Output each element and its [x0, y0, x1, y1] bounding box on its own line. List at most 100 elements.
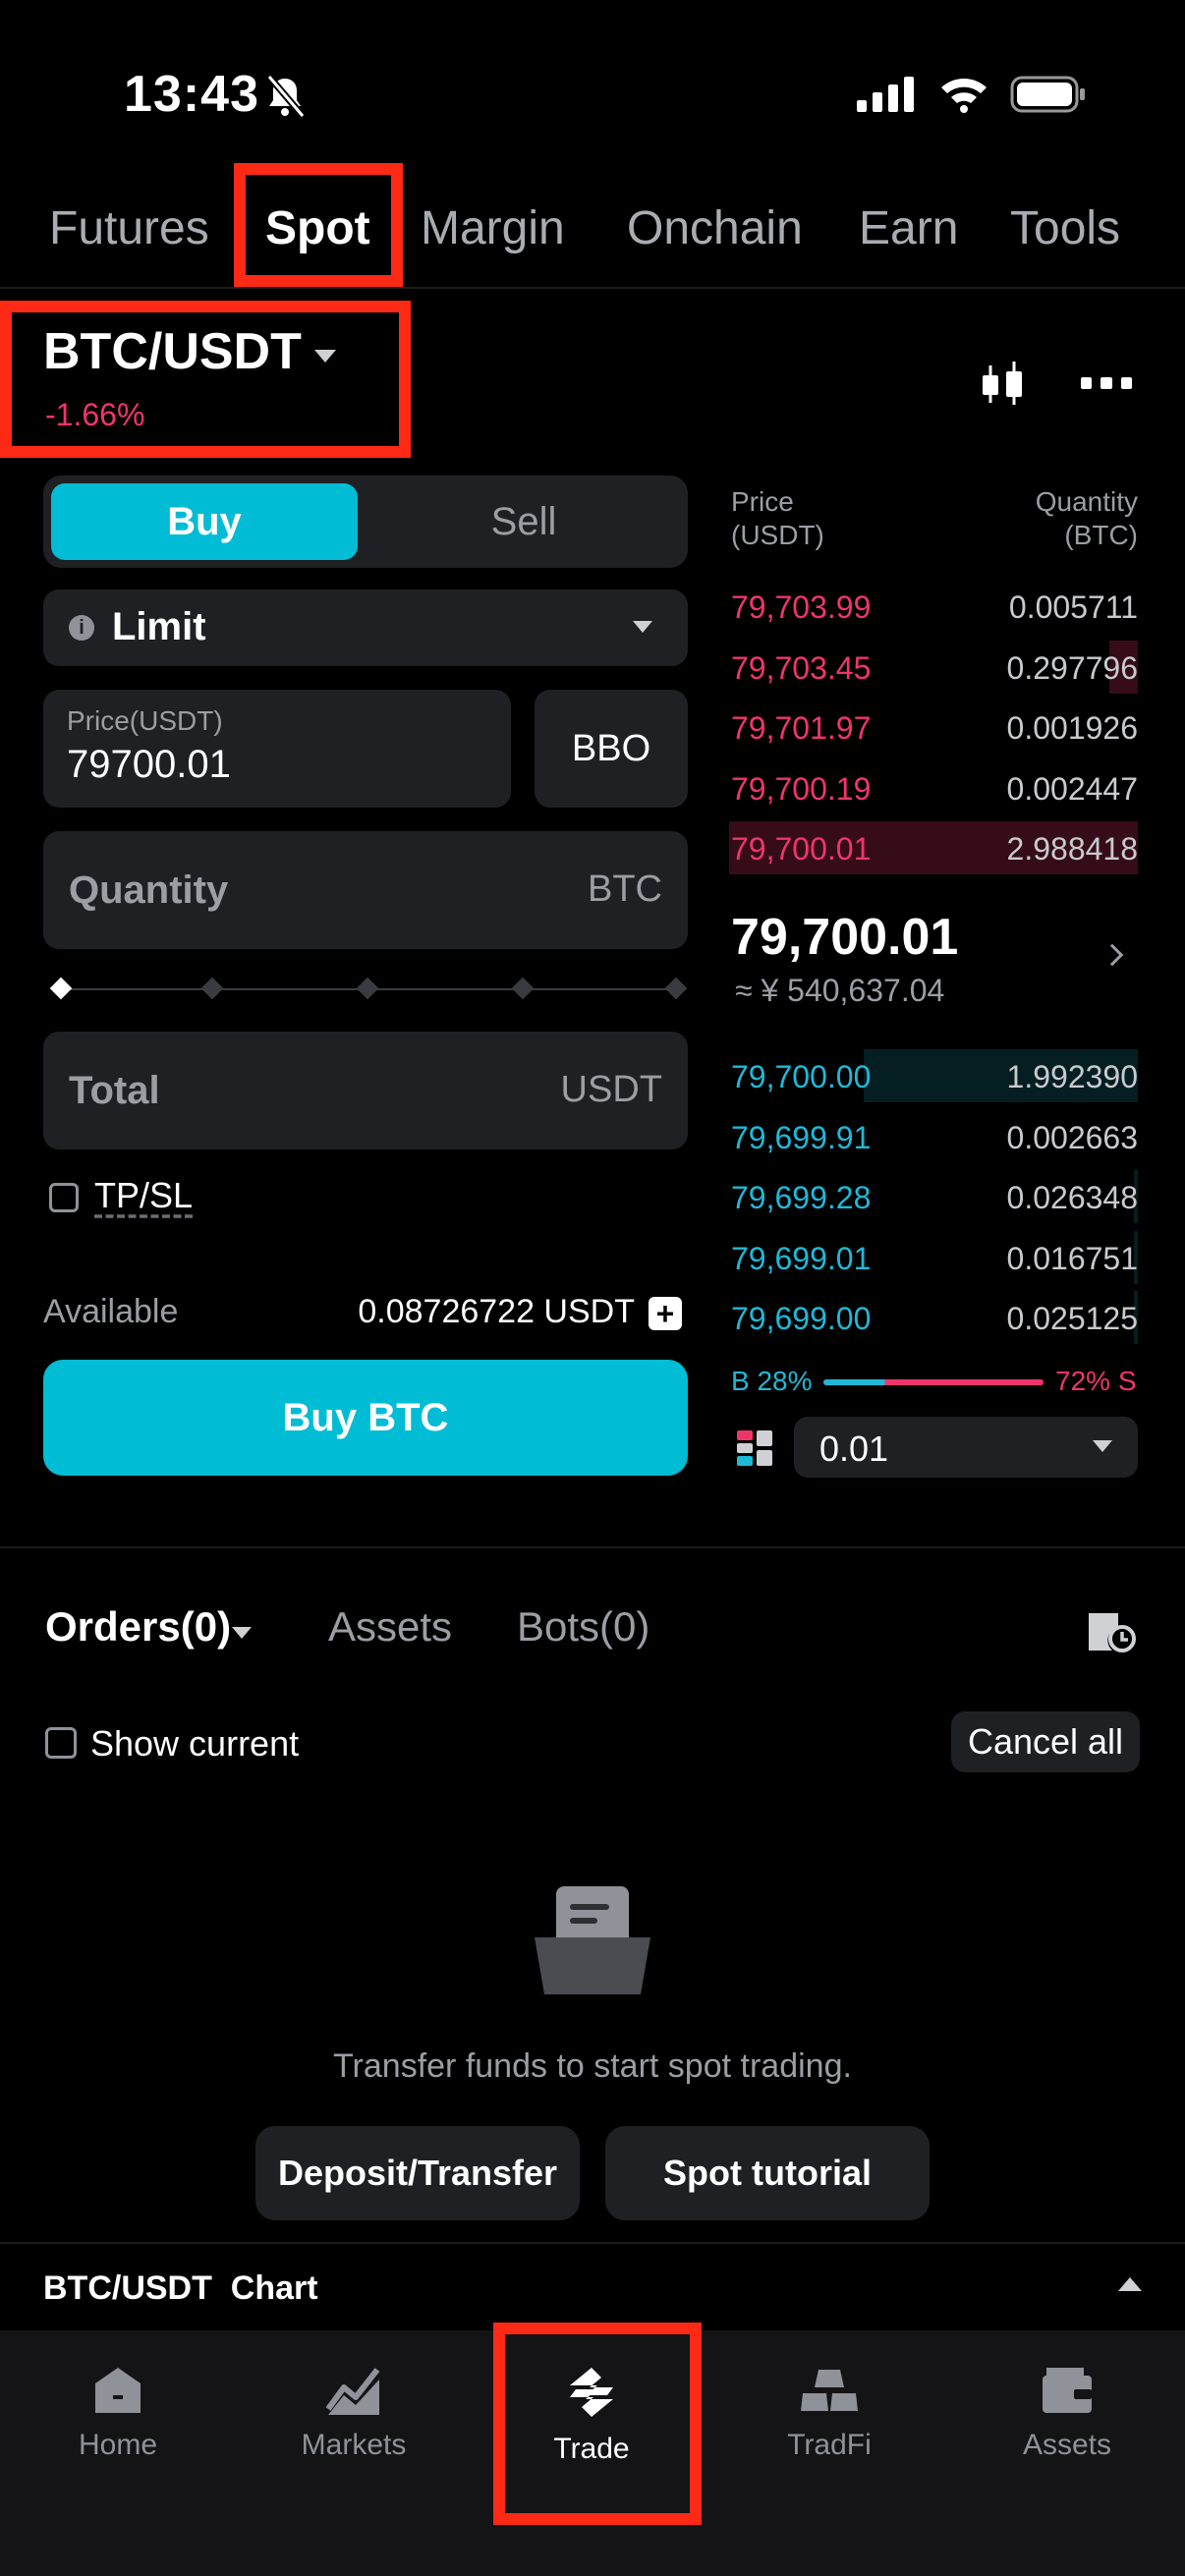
candlestick-chart-icon[interactable] [979, 360, 1028, 409]
tab-futures[interactable]: Futures [49, 187, 209, 271]
bid-quantity: 0.025125 [1006, 1301, 1138, 1336]
tab-spot[interactable]: Spot [265, 187, 370, 271]
pair-dropdown-icon[interactable] [314, 350, 336, 363]
total-placeholder: Total [69, 1069, 160, 1112]
nav-markets[interactable]: Markets [236, 2366, 472, 2462]
sell-tab[interactable]: Sell [367, 483, 680, 560]
available-value: 0.08726722 USDT [358, 1293, 635, 1330]
status-icons [857, 75, 1087, 114]
wallet-icon [1043, 2368, 1092, 2413]
tpsl-checkbox[interactable] [49, 1183, 79, 1212]
ask-quantity: 0.002447 [1006, 770, 1138, 807]
show-current-label[interactable]: Show current [90, 1723, 299, 1764]
quantity-input[interactable]: Quantity BTC [43, 831, 688, 949]
ask-price: 79,701.97 [731, 710, 872, 746]
chevron-down-icon [633, 621, 652, 633]
ask-quantity: 0.005711 [1008, 589, 1138, 625]
wifi-icon [941, 79, 987, 113]
chevron-right-icon[interactable] [1100, 943, 1124, 967]
ask-quantity: 0.297796 [1006, 649, 1138, 686]
bid-price: 79,699.00 [731, 1301, 872, 1336]
orderbook-price-header: Price (USDT) [731, 486, 824, 550]
add-funds-icon[interactable]: + [649, 1297, 682, 1330]
bid-quantity: 0.026348 [1006, 1180, 1138, 1215]
tpsl-label[interactable]: TP/SL [94, 1175, 193, 1216]
slider-tick-50[interactable] [356, 977, 379, 1000]
chevron-down-icon [1093, 1440, 1112, 1452]
buy-sell-toggle: Buy Sell [43, 476, 688, 568]
bid-row[interactable]: 79,700.00 1.992390 [729, 1049, 1138, 1102]
tab-orders[interactable]: Orders(0) [45, 1603, 231, 1651]
bid-price: 79,699.01 [731, 1240, 872, 1276]
total-input[interactable]: Total USDT [43, 1032, 688, 1149]
nav-assets[interactable]: Assets [949, 2366, 1185, 2462]
ask-price: 79,703.99 [731, 589, 872, 625]
show-current-checkbox[interactable] [45, 1727, 77, 1759]
nav-assets-label: Assets [1022, 2429, 1112, 2461]
bid-quantity: 1.992390 [1006, 1059, 1138, 1094]
last-price-cny: ≈ ¥ 540,637.04 [735, 973, 945, 1008]
order-history-icon[interactable] [1085, 1605, 1136, 1652]
ask-row[interactable]: 79,700.01 2.988418 [729, 821, 1138, 874]
buy-btc-button[interactable]: Buy BTC [43, 1360, 688, 1476]
slider-tick-75[interactable] [511, 977, 535, 1000]
ask-row[interactable]: 79,703.45 0.297796 [729, 640, 1138, 694]
ask-row[interactable]: 79,701.97 0.001926 [729, 700, 1138, 754]
price-input[interactable]: Price(USDT) 79700.01 [43, 690, 511, 808]
quantity-placeholder: Quantity [69, 868, 229, 912]
order-type-select[interactable]: i Limit [43, 589, 688, 666]
tab-earn[interactable]: Earn [859, 187, 958, 271]
deposit-transfer-button[interactable]: Deposit/Transfer [255, 2126, 580, 2220]
order-type-value: Limit [112, 605, 206, 648]
nav-home[interactable]: Home [0, 2366, 236, 2462]
price-value[interactable]: 79700.01 [67, 743, 231, 787]
last-price: 79,700.01 [731, 909, 959, 966]
battery-icon [1010, 76, 1085, 113]
bid-row[interactable]: 79,699.91 0.002663 [729, 1110, 1138, 1163]
buy-ratio: B 28% [731, 1366, 813, 1396]
pair-name[interactable]: BTC/USDT [43, 322, 302, 381]
nav-tradfi[interactable]: TradFi [711, 2366, 947, 2462]
price-label: Price(USDT) [67, 705, 223, 736]
bid-price: 79,699.28 [731, 1180, 872, 1215]
bbo-button[interactable]: BBO [535, 690, 688, 808]
ask-row[interactable]: 79,700.19 0.002447 [729, 761, 1138, 814]
nav-tradfi-label: TradFi [787, 2429, 872, 2461]
ask-row[interactable]: 79,703.99 0.005711 [729, 580, 1138, 633]
empty-folder-icon [535, 1886, 650, 1994]
bid-quantity: 0.002663 [1006, 1119, 1138, 1155]
ask-quantity: 0.001926 [1006, 710, 1138, 746]
amount-slider[interactable] [49, 977, 688, 1000]
ask-price: 79,700.01 [731, 831, 872, 867]
depth-step-select[interactable]: 0.01 [794, 1417, 1138, 1478]
ask-price: 79,700.19 [731, 770, 872, 807]
bid-row[interactable]: 79,699.28 0.026348 [729, 1170, 1138, 1223]
nav-trade[interactable]: Trade [474, 2366, 709, 2466]
total-unit: USDT [560, 1069, 662, 1110]
chevron-up-icon[interactable] [1118, 2277, 1142, 2291]
info-icon[interactable]: i [69, 615, 94, 641]
section-divider [0, 1546, 1185, 1548]
chevron-down-icon[interactable] [232, 1627, 252, 1639]
cancel-all-button[interactable]: Cancel all [951, 1711, 1140, 1772]
quantity-unit: BTC [588, 868, 662, 910]
bid-row[interactable]: 79,699.01 0.016751 [729, 1230, 1138, 1284]
depth-step-value: 0.01 [819, 1428, 889, 1469]
tab-tools[interactable]: Tools [1010, 187, 1120, 271]
orderbook-layout-icon[interactable] [737, 1430, 772, 1466]
slider-tick-100[interactable] [664, 977, 688, 1000]
ask-quantity: 2.988418 [1006, 831, 1138, 867]
nav-trade-label: Trade [553, 2433, 630, 2465]
chart-toggle-bar[interactable]: BTC/USDT Chart [0, 2242, 1185, 2330]
slider-tick-25[interactable] [200, 977, 224, 1000]
buy-tab[interactable]: Buy [51, 483, 358, 560]
slider-handle[interactable] [49, 977, 73, 1000]
tab-bots[interactable]: Bots(0) [517, 1603, 649, 1651]
tab-margin[interactable]: Margin [421, 187, 565, 271]
tab-onchain[interactable]: Onchain [627, 187, 803, 271]
tab-assets[interactable]: Assets [328, 1603, 452, 1651]
more-icon[interactable] [1081, 377, 1132, 393]
bid-row[interactable]: 79,699.00 0.025125 [729, 1291, 1138, 1344]
spot-tutorial-button[interactable]: Spot tutorial [605, 2126, 930, 2220]
empty-state-text: Transfer funds to start spot trading. [333, 2047, 852, 2085]
